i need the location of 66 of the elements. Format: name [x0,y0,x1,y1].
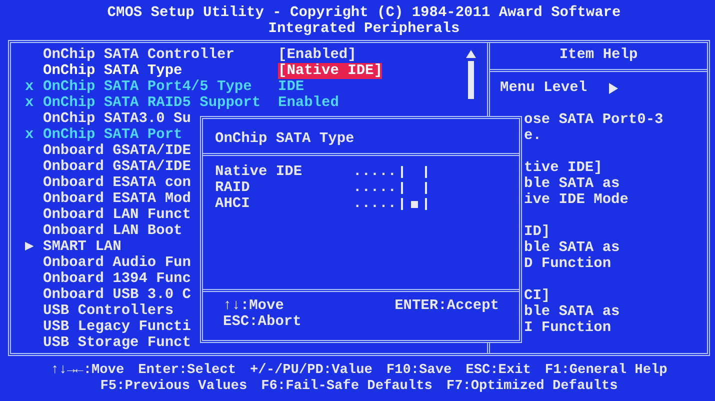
option-dots: ..... [353,164,398,180]
right-triangle-icon [609,82,618,94]
option-dots: ..... [353,180,398,196]
item-marker: ▶ [25,239,34,255]
key-hint: Enter:Select [138,362,236,378]
help-text: ble SATA as [524,304,621,320]
setting-label[interactable]: SMART LAN [43,239,122,255]
option-dots: ..... [353,196,398,212]
key-hint: F1:General Help [544,362,668,378]
option-label[interactable]: Native IDE [215,164,353,180]
key-hint: ↑↓:Move [223,298,285,314]
setting-label[interactable]: USB Storage Funct [43,335,191,351]
setting-value[interactable]: Enabled [278,95,339,111]
setting-value[interactable]: IDE [278,79,304,95]
key-hint: ESC:Exit [466,362,531,378]
item-marker: x [25,127,34,143]
item-marker: x [25,95,34,111]
help-text: ID] [524,224,552,240]
key-hint: +/-/PU/PD:Value [250,362,372,378]
setting-label[interactable]: Onboard GSATA/IDE [43,143,191,159]
title-text: Integrated Peripherals [268,21,460,37]
help-text: ose SATA Port0-3 [524,112,664,128]
setting-value[interactable]: [Native IDE] [278,63,382,79]
setting-label[interactable]: OnChip SATA Type [43,63,182,79]
option-checkbox[interactable] [401,182,427,194]
key-hint: F10:Save [386,362,452,378]
setting-label[interactable]: Onboard Audio Fun [43,255,191,271]
setting-label[interactable]: OnChip SATA Port [43,127,182,143]
setting-label[interactable]: Onboard USB 3.0 C [43,287,191,303]
scrollbar[interactable] [465,49,477,99]
key-hint: ↑↓→←:Move [50,362,124,378]
key-hint: ENTER:Accept [394,298,499,316]
setting-label[interactable]: Onboard 1394 Func [43,271,191,287]
help-text: D Function [524,256,612,272]
help-text: CI] [524,288,552,304]
option-checkbox[interactable] [401,198,427,210]
key-hint: F7:Optimized Defaults [446,378,618,394]
menu-level-label: Menu Level [500,80,588,96]
setting-label[interactable]: USB Controllers [43,303,174,319]
key-hint: F5:Previous Values [100,378,248,394]
setting-label[interactable]: OnChip SATA Controller [43,47,234,63]
title-text: CMOS Setup Utility - Copyright (C) 1984-2011 Award Software [107,5,621,21]
dialog-title: OnChip SATA Type [203,119,519,156]
option-label[interactable]: RAID [215,180,353,196]
setting-label[interactable]: OnChip SATA RAID5 Support [43,95,261,111]
setting-label[interactable]: Onboard LAN Boot [43,223,182,239]
setting-label[interactable]: USB Legacy Functi [43,319,191,335]
item-marker: x [25,79,34,95]
help-title: Item Help [490,43,707,72]
help-text: ble SATA as [524,176,621,192]
key-hint: F6:Fail-Safe Defaults [261,378,432,394]
setting-label[interactable]: Onboard ESATA con [43,175,191,191]
setting-label[interactable]: OnChip SATA Port4/5 Type [43,79,252,95]
setting-label[interactable]: Onboard LAN Funct [43,207,191,223]
help-text: ble SATA as [524,240,621,256]
option-label[interactable]: AHCI [215,196,353,212]
setting-label[interactable]: Onboard ESATA Mod [43,191,191,207]
help-text: I Function [524,320,612,336]
key-hint: ESC:Abort [223,314,302,330]
setting-label[interactable]: Onboard GSATA/IDE [43,159,191,175]
setting-value[interactable]: [Enabled] [278,47,356,63]
help-text: e. [524,128,542,144]
setting-label[interactable]: OnChip SATA3.0 Su [43,111,191,127]
help-text: ive IDE Mode [524,192,630,208]
option-checkbox[interactable] [401,166,427,178]
help-text: tive IDE] [524,160,604,176]
